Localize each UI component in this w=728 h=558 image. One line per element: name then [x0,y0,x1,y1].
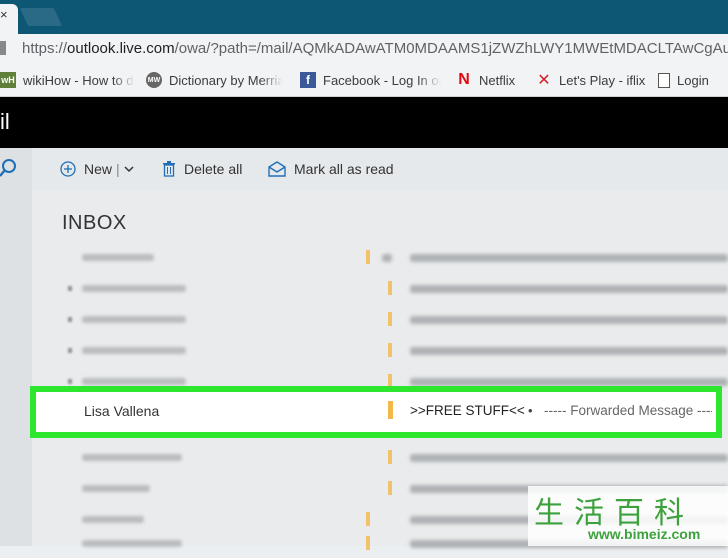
browser-tab-strip: × [0,0,728,34]
watermark-url: www.bimeiz.com [588,526,701,542]
flag-marker [388,343,392,357]
icon-blurred [382,254,392,262]
unread-dot [68,348,72,353]
bookmark-dictionary[interactable]: MW Dictionary by Merria [146,64,288,96]
mark-all-read-button[interactable]: Mark all as read [268,148,394,190]
subject-text-blurred [410,316,728,324]
bookmark-label: Netflix [479,72,516,88]
search-icon[interactable] [0,158,20,178]
bookmark-iflix[interactable]: ✕ Let's Play - iflix [536,64,646,96]
separator-bullet: • [528,403,533,418]
flag-marker [366,250,370,264]
bookmark-netflix[interactable]: N Netflix [456,64,526,96]
subject-text-blurred [410,454,728,462]
chevron-down-icon[interactable] [124,165,134,173]
flag-marker [388,281,392,295]
unread-dot [68,379,72,384]
list-item[interactable] [32,442,728,472]
command-bar: New | Delete all Mark all as read [32,148,728,190]
flag-marker [388,450,392,464]
bookmark-label: Login [677,72,709,88]
message-preview: ----- Forwarded Message ----- [544,403,712,418]
new-label: New [84,161,113,177]
subject-text-blurred [410,254,728,262]
lock-icon [0,41,6,55]
sender-text-blurred [82,285,186,292]
bookmarks-bar: wH wikiHow - How to do MW Dictionary by … [0,64,728,97]
bookmark-label: Let's Play - iflix [559,72,646,88]
sender-name: Lisa Vallena [84,403,160,419]
list-item[interactable] [32,304,728,334]
bookmark-label: Facebook - Log In or [323,72,441,88]
new-button[interactable]: New | [60,148,142,190]
delete-all-label: Delete all [184,161,243,177]
flag-marker [366,536,370,550]
url-prefix: https:// [22,40,68,57]
flag-marker [388,481,392,495]
sender-text-blurred [82,485,150,492]
app-header: il [0,97,728,148]
wikihow-icon: wH [0,72,16,88]
sender-text-blurred [82,454,182,461]
url-text[interactable]: https://outlook.live.com/owa/?path=/mail… [22,40,728,57]
list-item[interactable] [32,335,728,365]
left-rail [0,148,32,546]
address-bar[interactable]: https://outlook.live.com/owa/?path=/mail… [0,34,728,65]
mark-all-read-label: Mark all as read [294,161,394,177]
netflix-icon: N [458,71,470,88]
sender-text-blurred [82,378,186,385]
highlighted-message-row[interactable]: Lisa Vallena >>FREE STUFF<< • ----- Forw… [30,386,722,438]
page-icon [658,72,670,88]
flag-marker [388,401,393,419]
unread-dot [68,286,72,291]
sender-text-blurred [82,254,154,261]
subject-text-blurred [410,347,728,355]
unread-dot [68,317,72,322]
tab-close-icon[interactable]: × [0,8,12,22]
facebook-icon: f [300,72,316,88]
inbox-title: INBOX [62,212,127,234]
dictionary-icon: MW [146,72,162,88]
iflix-icon: ✕ [537,72,551,89]
bookmark-wikihow[interactable]: wH wikiHow - How to do [0,64,140,96]
open-envelope-icon [268,161,286,177]
bookmark-facebook[interactable]: f Facebook - Log In or [300,64,446,96]
url-path: /owa/?path=/mail/AQMkADAwATM0MDAAMS1jZWZ… [174,40,728,57]
subject-text-blurred [410,285,728,293]
message-subject: >>FREE STUFF<< [410,403,525,418]
separator: | [116,161,120,177]
list-item[interactable] [32,242,728,272]
app-name[interactable]: il [0,109,10,135]
sender-text-blurred [82,316,186,323]
trash-icon [163,161,175,177]
flag-marker [366,512,370,526]
sender-text-blurred [82,347,186,354]
subject-text-blurred [410,378,728,386]
new-tab-button[interactable] [19,8,63,26]
bookmark-login[interactable]: Login [658,64,728,96]
sender-text-blurred [82,516,144,523]
bookmark-label: wikiHow - How to do [23,72,135,88]
url-host: outlook.live.com [67,40,175,57]
bookmark-label: Dictionary by Merria [169,72,283,88]
flag-marker [388,312,392,326]
delete-all-button[interactable]: Delete all [162,148,242,190]
watermark: 生活百科 www.bimeiz.com [528,486,728,546]
plus-circle-icon [60,161,76,177]
list-item[interactable] [32,273,728,303]
